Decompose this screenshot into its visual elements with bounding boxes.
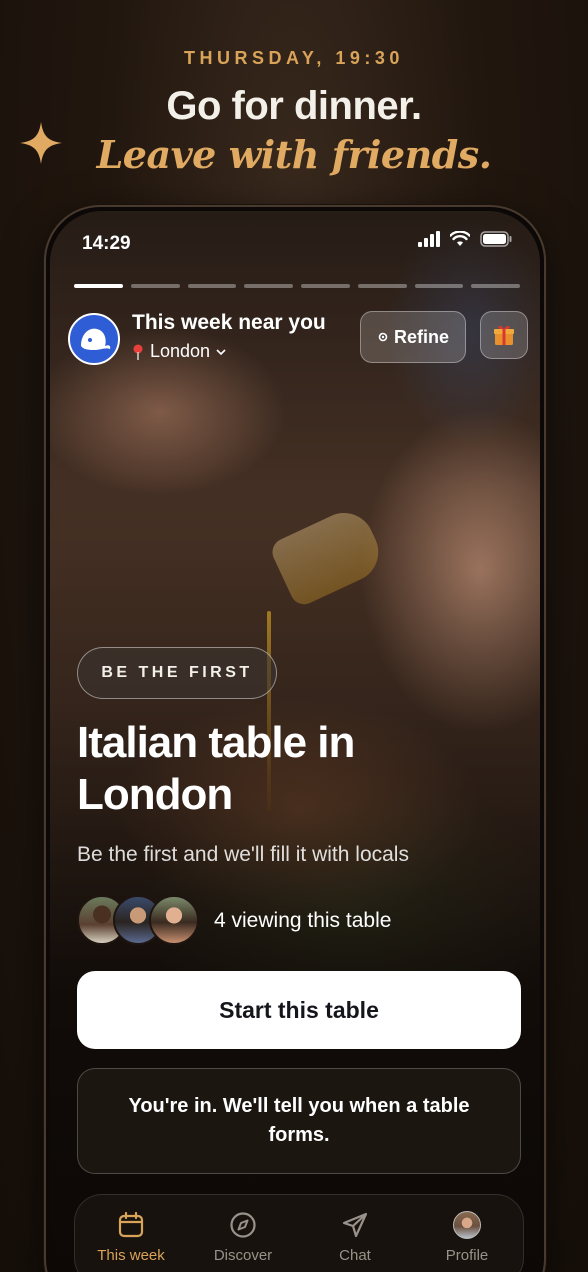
promo-title: Go for dinner. (166, 84, 422, 128)
avatar (149, 895, 199, 945)
promo-date: THURSDAY, 19:30 (184, 48, 404, 68)
header-title: This week near you (132, 311, 326, 334)
tab-bar: This week Discover Chat Profile (74, 1194, 524, 1272)
status-icons (418, 231, 512, 247)
progress-segment (130, 284, 180, 288)
status-time: 14:29 (82, 233, 131, 254)
viewer-avatars (77, 895, 203, 947)
progress-segment (244, 284, 293, 288)
wifi-icon (450, 231, 470, 246)
progress-segment (187, 284, 237, 288)
progress-segment (301, 284, 350, 288)
gift-button[interactable] (480, 311, 528, 359)
tab-label: Discover (213, 1247, 273, 1264)
gear-icon (378, 332, 388, 342)
gift-icon (494, 325, 514, 345)
battery-icon (480, 231, 512, 247)
progress-segment (471, 284, 520, 288)
viewing-count: 4 viewing this table (214, 909, 392, 932)
progress-segment (414, 284, 464, 288)
pin-icon (133, 344, 143, 360)
location-label: London (150, 341, 211, 361)
signal-icon (418, 231, 440, 247)
refine-button[interactable]: Refine (360, 311, 466, 363)
send-icon (342, 1212, 368, 1238)
card-title: Italian table in London (77, 718, 355, 819)
app-logo[interactable] (68, 313, 120, 365)
tab-profile[interactable]: Profile (411, 1195, 523, 1272)
tab-discover[interactable]: Discover (187, 1195, 299, 1272)
app-screen: 14:29 This week near you London Refine B… (50, 211, 540, 1272)
promo-subtitle: Leave with friends. (96, 132, 492, 177)
start-table-button[interactable]: Start this table (77, 971, 521, 1049)
calendar-icon (118, 1211, 144, 1238)
table-notice: You're in. We'll tell you when a table f… (77, 1068, 521, 1174)
status-badge: BE THE FIRST (77, 647, 277, 699)
tab-chat[interactable]: Chat (299, 1195, 411, 1272)
phone-frame: 14:29 This week near you London Refine B… (44, 205, 546, 1272)
profile-avatar (453, 1211, 481, 1239)
compass-icon (230, 1212, 256, 1238)
card-subtitle: Be the first and we'll fill it with loca… (77, 843, 409, 866)
stories-progress (74, 284, 520, 288)
refine-label: Refine (393, 326, 449, 347)
tab-label: Profile (445, 1247, 489, 1264)
whale-logo-icon (81, 328, 111, 350)
progress-segment (357, 284, 407, 288)
progress-segment (74, 284, 123, 288)
header-row: This week near you London Refine (68, 309, 528, 369)
tab-label: This week (97, 1247, 165, 1264)
tab-label: Chat (339, 1247, 371, 1264)
chevron-down-icon (216, 348, 226, 355)
location-selector[interactable]: London (132, 341, 226, 362)
tab-this-week[interactable]: This week (75, 1195, 187, 1272)
